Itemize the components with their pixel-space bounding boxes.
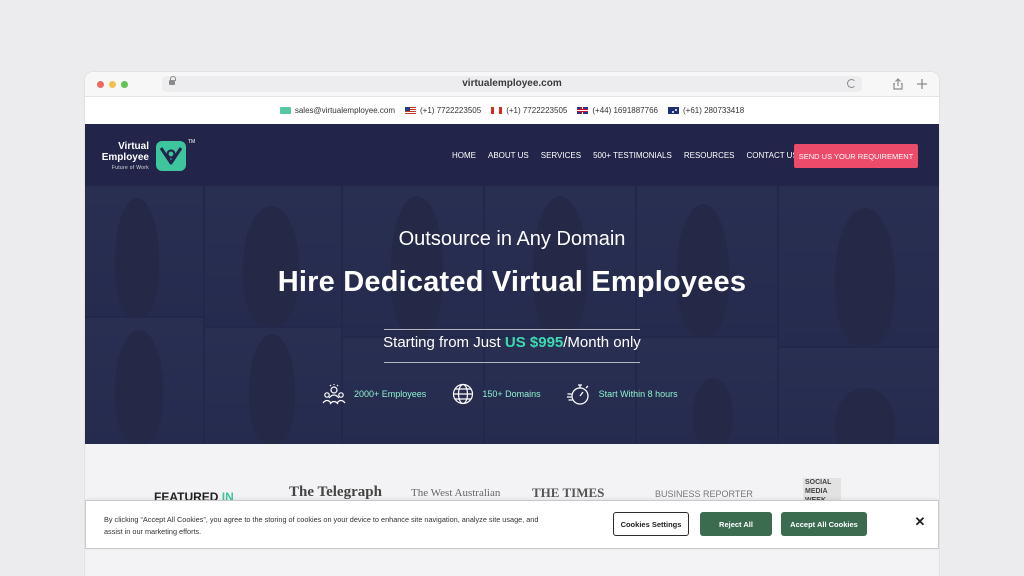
press-logo-telegraph: The Telegraph xyxy=(289,484,382,500)
reject-all-button[interactable]: Reject All xyxy=(700,512,772,536)
nav-about-us[interactable]: ABOUT US xyxy=(488,151,529,160)
price-divider-bottom xyxy=(384,362,640,363)
stat-start-time-label: Start Within 8 hours xyxy=(598,389,678,399)
logo-wordmark: Virtual Employee xyxy=(99,141,149,163)
us-flag-icon xyxy=(405,107,417,114)
hero-subtitle: Outsource in Any Domain xyxy=(398,228,626,250)
close-window-button[interactable] xyxy=(97,81,104,88)
send-requirement-button[interactable]: SEND US YOUR REQUIREMENT xyxy=(794,144,918,168)
email-contact[interactable]: sales@virtualemployee.com xyxy=(279,106,396,115)
logo-tagline: Future of Work xyxy=(111,165,149,171)
nav-services[interactable]: SERVICES xyxy=(541,151,581,160)
stat-employees-label: 2000+ Employees xyxy=(354,389,427,399)
nav-contact-us[interactable]: CONTACT US xyxy=(747,151,798,160)
hero-section: Outsource in Any Domain Hire Dedicated V… xyxy=(85,186,939,444)
globe-icon xyxy=(452,383,474,405)
logo-v-icon xyxy=(156,141,186,171)
address-bar[interactable]: virtualemployee.com xyxy=(162,76,862,92)
phone-uk-number: (+44) 1691887766 xyxy=(592,106,658,115)
phone-us-number: (+1) 7722223505 xyxy=(420,106,482,115)
hero-content: Outsource in Any Domain Hire Dedicated V… xyxy=(85,186,939,444)
accept-all-cookies-button[interactable]: Accept All Cookies xyxy=(781,512,867,536)
press-logo-business-reporter: BUSINESS REPORTER xyxy=(655,489,753,499)
stat-start-time: Start Within 8 hours xyxy=(566,382,678,406)
close-icon[interactable]: ✕ xyxy=(914,515,926,528)
phone-au-number: (+61) 280733418 xyxy=(682,106,745,115)
site-logo[interactable]: Virtual Employee Future of Work TM xyxy=(99,139,195,173)
stopwatch-icon xyxy=(566,382,591,406)
press-logo-the-times: THE TIMES xyxy=(532,485,605,500)
phone-us[interactable]: (+1) 7722223505 xyxy=(405,106,481,115)
phone-au[interactable]: (+61) 280733418 xyxy=(667,106,745,115)
logo-line2: Employee xyxy=(101,152,149,163)
main-nav: HOME ABOUT US SERVICES 500+ TESTIMONIALS… xyxy=(452,151,798,160)
uk-flag-icon xyxy=(577,107,589,114)
mail-icon xyxy=(279,107,291,114)
phone-uk[interactable]: (+44) 1691887766 xyxy=(577,106,658,115)
email-text: sales@virtualemployee.com xyxy=(294,106,396,115)
team-icon xyxy=(322,383,346,405)
price-text: Starting from Just US $995/Month only xyxy=(85,334,939,351)
price-divider-top xyxy=(384,329,640,330)
price-value: US $995 xyxy=(504,334,564,351)
hero-stats: 2000+ Employees 150+ Domains Start Withi… xyxy=(322,382,704,406)
nav-resources[interactable]: RESOURCES xyxy=(684,151,735,160)
reload-icon[interactable] xyxy=(847,79,856,88)
phone-ca[interactable]: (+1) 7722223505 xyxy=(491,106,567,115)
logo-trademark: TM xyxy=(188,139,196,145)
price-suffix: /Month only xyxy=(563,334,641,351)
nav-testimonials[interactable]: 500+ TESTIMONIALS xyxy=(593,151,672,160)
price-prefix: Starting from Just xyxy=(383,334,505,351)
logo-line1: Virtual xyxy=(118,141,149,152)
contact-bar: sales@virtualemployee.com (+1) 772222350… xyxy=(85,97,939,124)
browser-window: virtualemployee.com sales@virtualemploye… xyxy=(85,72,939,576)
share-icon[interactable] xyxy=(893,78,903,90)
new-tab-icon[interactable] xyxy=(916,78,928,90)
stat-employees: 2000+ Employees xyxy=(322,383,426,405)
nav-home[interactable]: HOME xyxy=(452,151,476,160)
stat-domains: 150+ Domains xyxy=(452,383,541,405)
phone-ca-number: (+1) 7722223505 xyxy=(506,106,568,115)
site-header: Virtual Employee Future of Work TM HOME … xyxy=(85,124,939,186)
au-flag-icon xyxy=(667,107,679,114)
url-text: virtualemployee.com xyxy=(462,78,562,89)
cookies-settings-button[interactable]: Cookies Settings xyxy=(613,512,689,536)
cookie-consent-text: By clicking “Accept All Cookies”, you ag… xyxy=(104,515,539,536)
stat-domains-label: 150+ Domains xyxy=(482,389,541,399)
window-controls xyxy=(97,81,128,88)
cookie-banner: By clicking “Accept All Cookies”, you ag… xyxy=(85,500,939,549)
hero-title: Hire Dedicated Virtual Employees xyxy=(277,266,747,298)
minimize-window-button[interactable] xyxy=(109,81,116,88)
browser-toolbar: virtualemployee.com xyxy=(85,72,939,97)
zoom-window-button[interactable] xyxy=(121,81,128,88)
ca-flag-icon xyxy=(491,107,503,114)
press-logo-west-australian: The West Australian xyxy=(411,487,501,499)
